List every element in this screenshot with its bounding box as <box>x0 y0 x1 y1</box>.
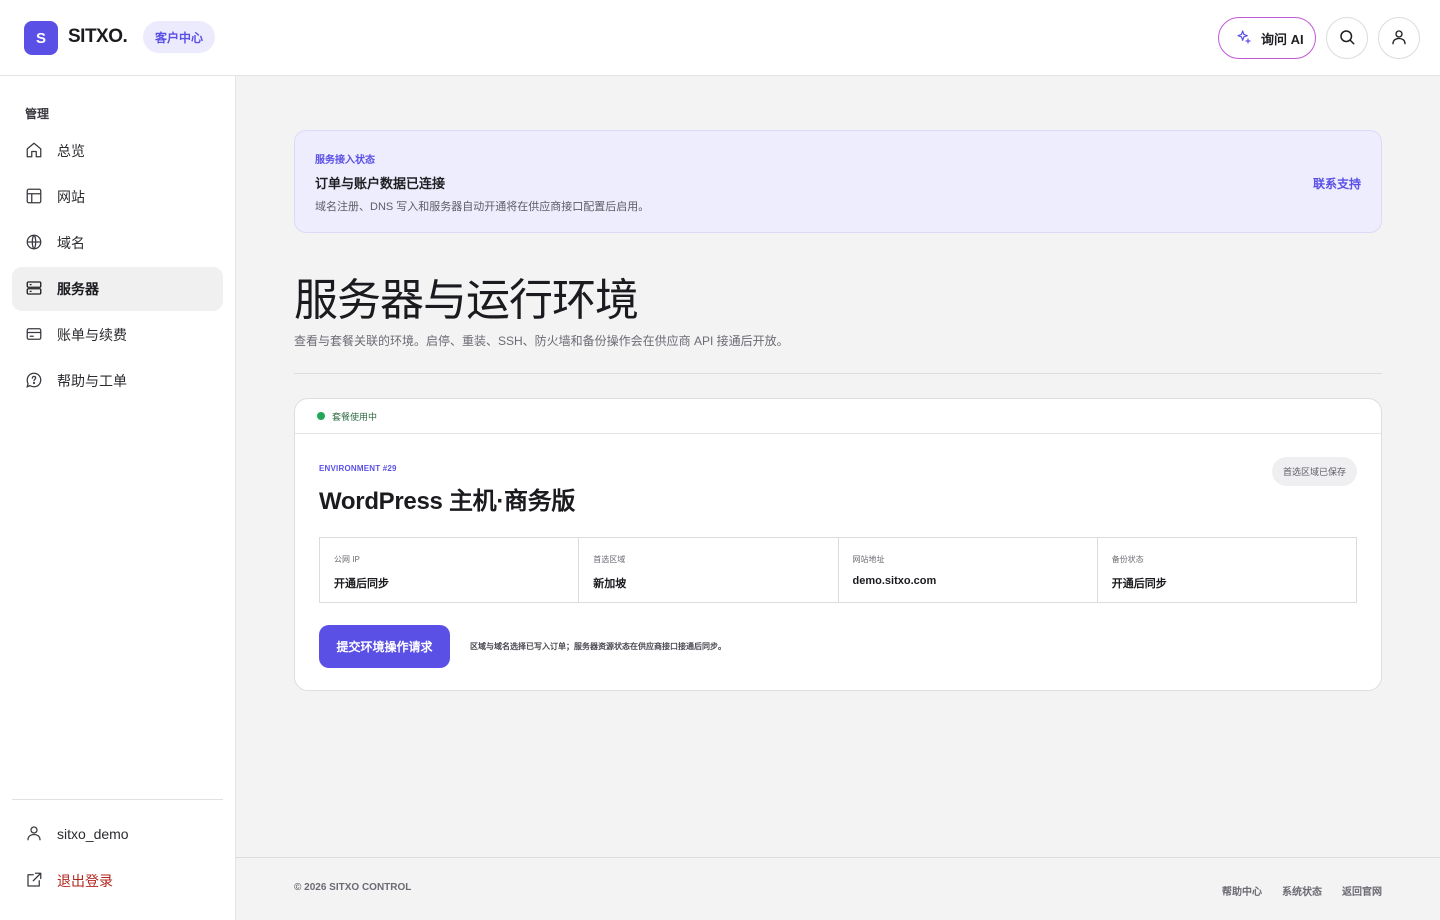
submit-note: 区域与域名选择已写入订单；服务器资源状态在供应商接口接通后同步。 <box>470 642 726 651</box>
layout-icon <box>25 187 43 208</box>
external-link-icon <box>25 871 43 892</box>
info-cell-region: 首选区域 新加坡 <box>579 538 839 602</box>
logout-button[interactable]: 退出登录 <box>12 859 223 903</box>
home-icon <box>25 141 43 162</box>
info-cell-site-url: 网站地址 demo.sitxo.com <box>839 538 1098 602</box>
sidebar-section-title: 管理 <box>25 107 50 121</box>
info-label: 备份状态 <box>1111 555 1144 564</box>
user-icon <box>25 824 43 845</box>
search-icon <box>1338 28 1356 49</box>
sidebar-item-label: 账单与续费 <box>57 327 127 343</box>
environment-info-grid: 公网 IP 开通后同步 首选区域 新加坡 网站地址 demo.sitxo.com… <box>319 537 1357 603</box>
brand-name: SITXO. <box>68 26 128 47</box>
footer-link-back-to-site[interactable]: 返回官网 <box>1342 883 1382 898</box>
sidebar-item-servers[interactable]: 服务器 <box>12 267 223 311</box>
info-value: demo.sitxo.com <box>852 575 937 587</box>
banner-title: 订单与账户数据已连接 <box>315 176 446 191</box>
contact-support-link[interactable]: 联系支持 <box>1313 175 1361 192</box>
info-value: 开通后同步 <box>1111 578 1167 590</box>
footer-links: 帮助中心 系统状态 返回官网 <box>1222 883 1382 898</box>
info-label: 公网 IP <box>334 555 360 564</box>
logo[interactable]: S <box>24 21 58 55</box>
content-divider <box>294 373 1382 374</box>
sidebar-item-label: 服务器 <box>57 281 99 297</box>
status-dot <box>317 412 325 420</box>
page-title: 服务器与运行环境 <box>294 276 639 325</box>
service-status-banner: 服务接入状态 订单与账户数据已连接 域名注册、DNS 写入和服务器自动开通将在供… <box>294 130 1382 233</box>
customer-center-pill[interactable]: 客户中心 <box>143 21 216 53</box>
username: sitxo_demo <box>57 826 129 842</box>
footer: © 2026 SITXO CONTROL 帮助中心 系统状态 返回官网 <box>236 857 1440 920</box>
environment-id: ENVIRONMENT #29 <box>319 464 397 473</box>
footer-link-help-center[interactable]: 帮助中心 <box>1222 883 1262 898</box>
environment-title: WordPress 主机·商务版 <box>319 488 576 515</box>
info-cell-public-ip: 公网 IP 开通后同步 <box>320 538 580 602</box>
sparkle-icon <box>1236 29 1252 48</box>
sidebar-item-help[interactable]: 帮助与工单 <box>12 359 223 403</box>
region-saved-badge: 首选区域已保存 <box>1271 457 1357 486</box>
sidebar-user[interactable]: sitxo_demo <box>12 812 223 856</box>
banner-kicker: 服务接入状态 <box>315 155 375 166</box>
top-header: S SITXO. 客户中心 询问 AI <box>0 0 1440 76</box>
submit-environment-request-button[interactable]: 提交环境操作请求 <box>319 625 450 668</box>
page-subtitle: 查看与套餐关联的环境。启停、重装、SSH、防火墙和备份操作会在供应商 API 接… <box>294 334 789 348</box>
ask-ai-label: 询问 AI <box>1261 31 1304 47</box>
plan-status-text: 套餐使用中 <box>332 412 378 422</box>
sidebar-divider <box>12 799 223 800</box>
sidebar-item-label: 帮助与工单 <box>57 373 127 389</box>
info-label: 首选区域 <box>593 555 626 564</box>
server-icon <box>25 279 43 300</box>
copyright: © 2026 SITXO CONTROL <box>294 882 412 893</box>
sidebar-item-domains[interactable]: 域名 <box>12 221 223 265</box>
info-label: 网站地址 <box>852 555 885 564</box>
card-status-bar: 套餐使用中 <box>295 399 1381 434</box>
help-icon <box>25 371 43 392</box>
credit-card-icon <box>25 325 43 346</box>
info-cell-backup: 备份状态 开通后同步 <box>1098 538 1356 602</box>
sidebar: 管理 总览 网站 域名 服务器 账单与续费 帮助与工单 sitxo_demo 退… <box>0 76 236 920</box>
sidebar-item-websites[interactable]: 网站 <box>12 175 223 219</box>
globe-icon <box>25 233 43 254</box>
logout-label: 退出登录 <box>57 873 113 889</box>
user-icon <box>1390 28 1408 49</box>
sidebar-item-overview[interactable]: 总览 <box>12 129 223 173</box>
banner-description: 域名注册、DNS 写入和服务器自动开通将在供应商接口配置后启用。 <box>315 201 650 213</box>
sidebar-item-label: 网站 <box>57 189 85 205</box>
footer-link-system-status[interactable]: 系统状态 <box>1282 883 1322 898</box>
environment-card: 套餐使用中 ENVIRONMENT #29 WordPress 主机·商务版 首… <box>294 398 1382 691</box>
info-value: 新加坡 <box>593 578 627 590</box>
info-value: 开通后同步 <box>334 578 389 590</box>
ask-ai-button[interactable]: 询问 AI <box>1218 17 1316 59</box>
sidebar-item-label: 域名 <box>57 235 85 251</box>
sidebar-item-label: 总览 <box>57 143 85 159</box>
account-button[interactable] <box>1378 17 1420 59</box>
search-button[interactable] <box>1326 17 1368 59</box>
sidebar-item-billing[interactable]: 账单与续费 <box>12 313 223 357</box>
